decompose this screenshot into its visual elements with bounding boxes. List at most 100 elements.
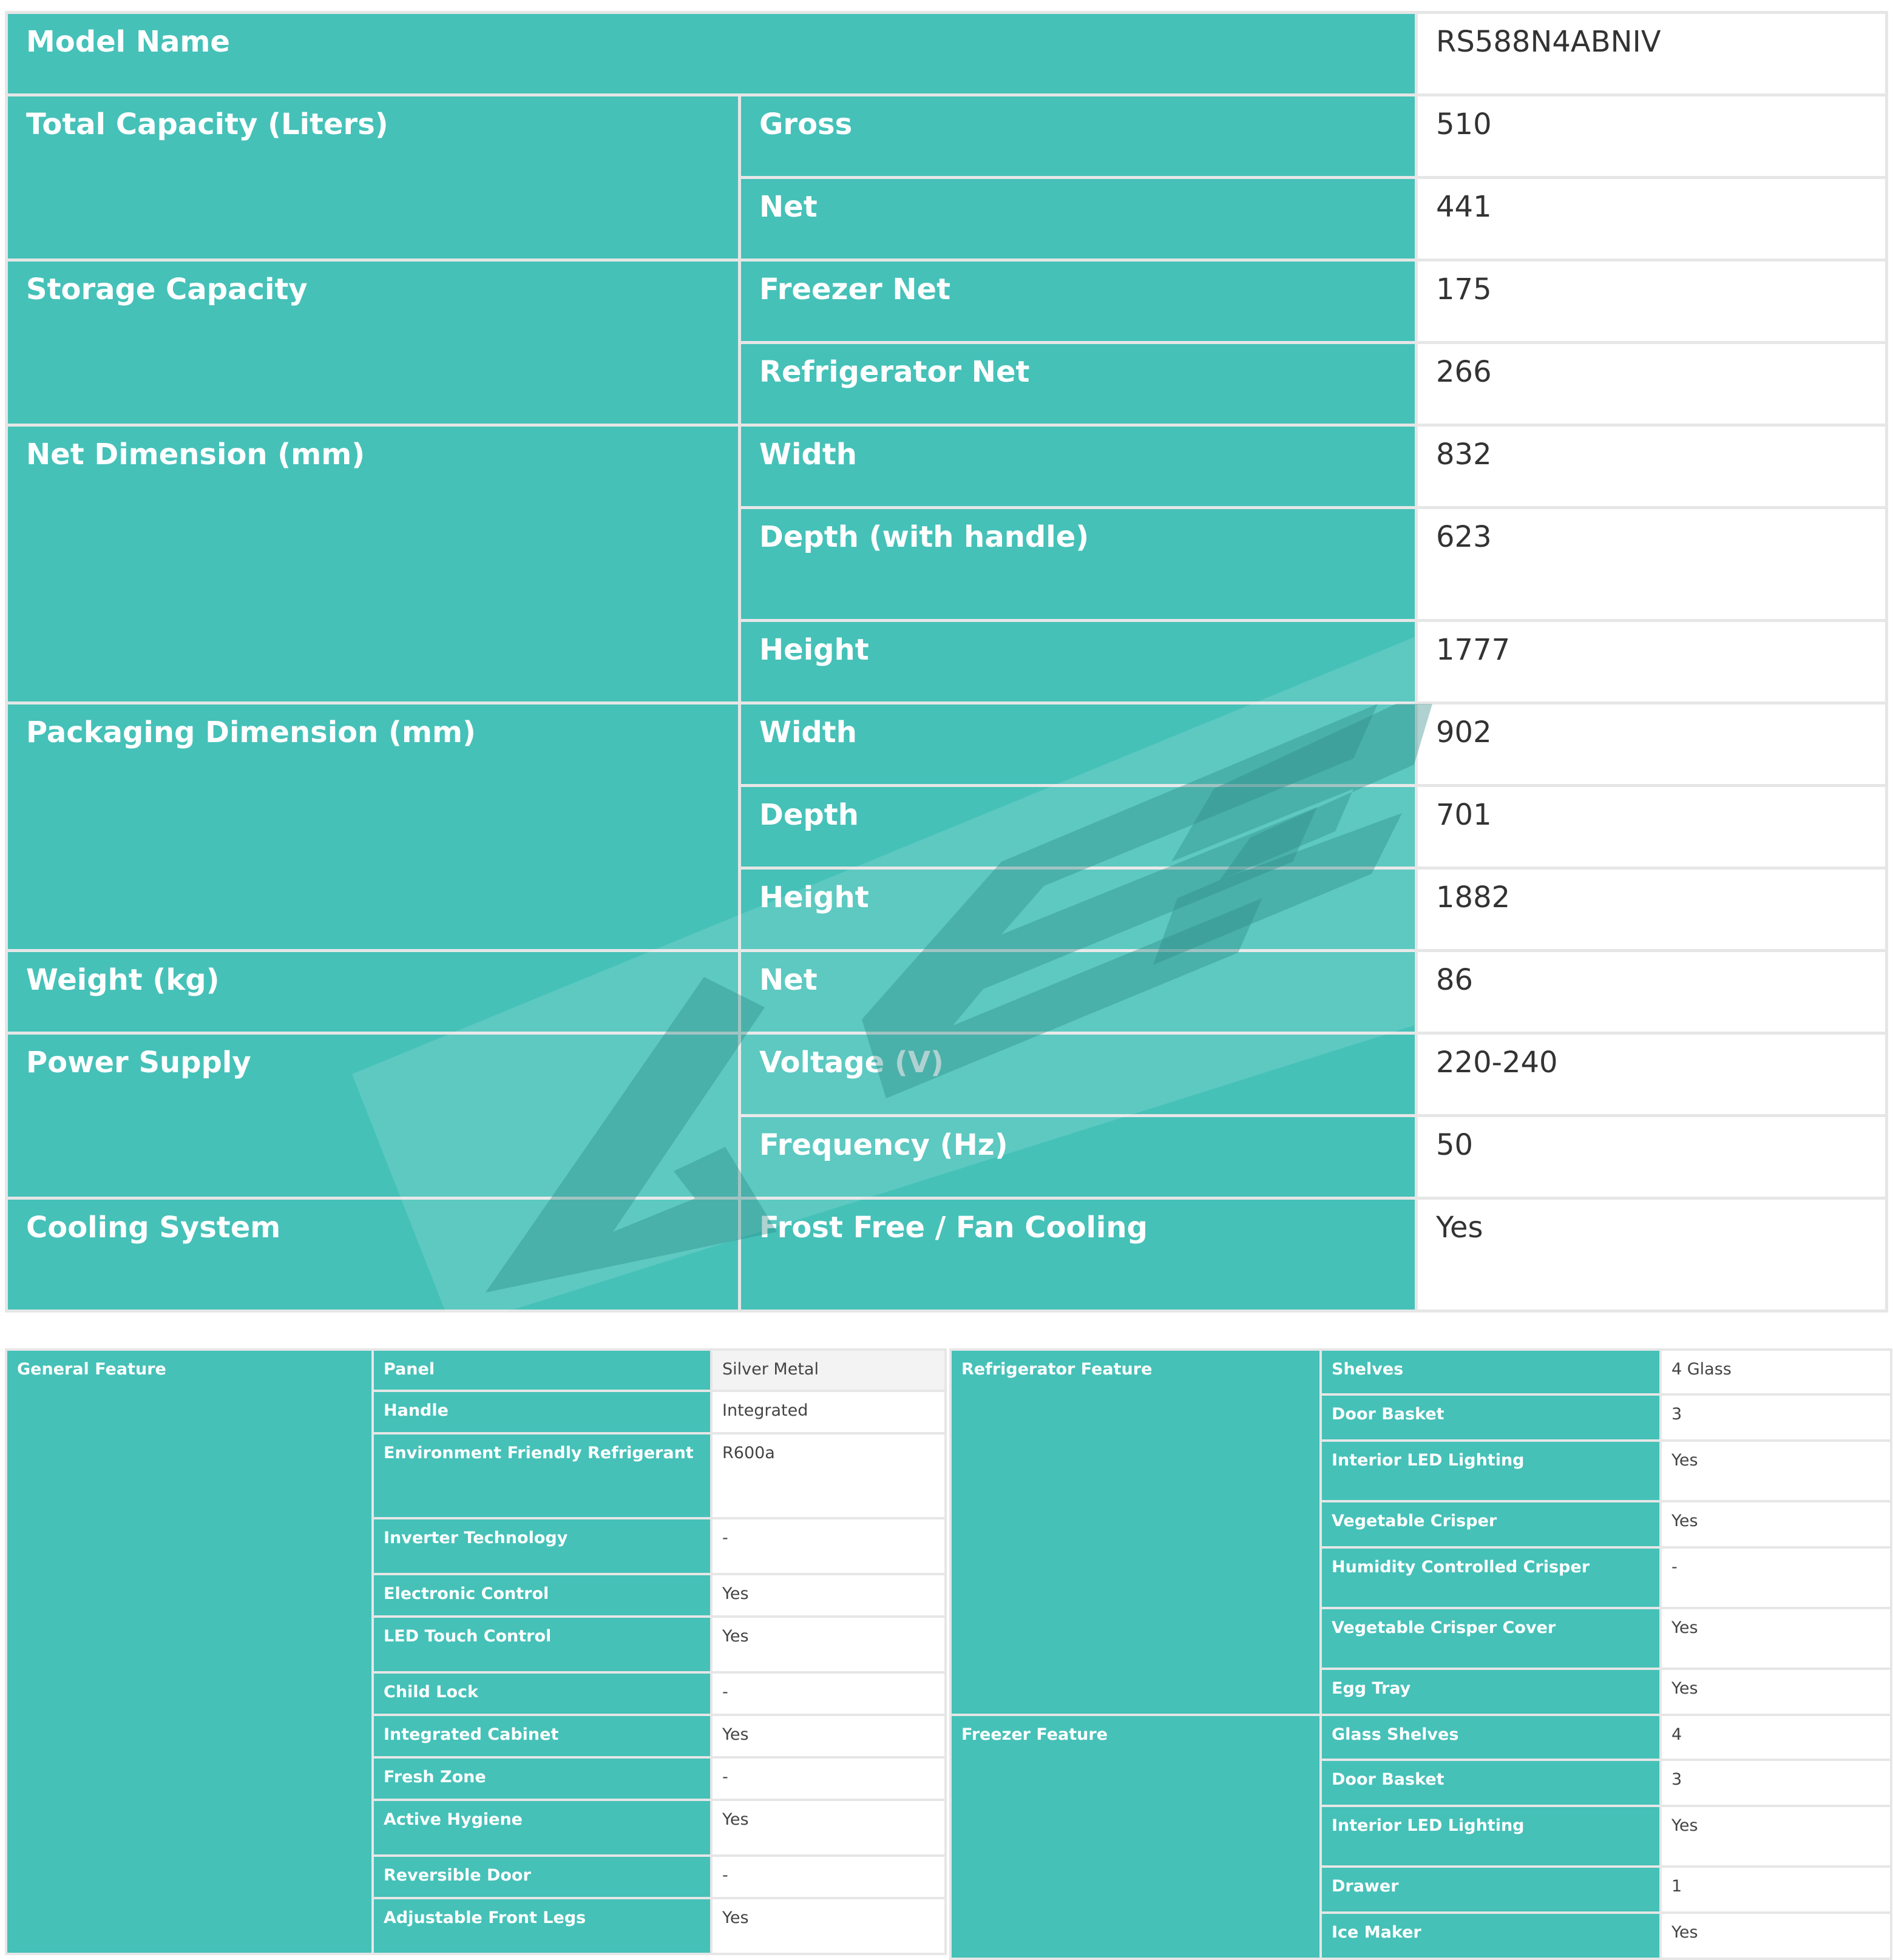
storage-capacity-label: Storage Capacity — [5, 259, 741, 427]
net-height-value: 1777 — [1415, 619, 1889, 705]
table-row: Model Name RS588N4ABNIV — [4, 11, 1889, 96]
pack-width-label: Width — [737, 701, 1418, 787]
feature-value: 3 — [1659, 1759, 1892, 1807]
feature-value: Silver Metal — [710, 1348, 947, 1392]
net-depth-value: 623 — [1415, 506, 1889, 622]
gross-value: 510 — [1415, 93, 1889, 179]
frequency-label: Frequency (Hz) — [737, 1114, 1418, 1200]
refrigerator-feature-label: Refrigerator Feature — [949, 1348, 1322, 1716]
cooling-type-label: Frost Free / Fan Cooling — [737, 1197, 1418, 1313]
feature-value: - — [710, 1756, 947, 1801]
general-feature-label: General Feature — [5, 1348, 374, 1955]
feature-label: Vegetable Crisper Cover — [1319, 1607, 1662, 1670]
feature-value: Yes — [1659, 1668, 1892, 1716]
pack-depth-label: Depth — [737, 784, 1418, 870]
feature-value: Yes — [1659, 1607, 1892, 1670]
refrigerator-net-value: 266 — [1415, 341, 1889, 427]
feature-label: Humidity Controlled Crisper — [1319, 1546, 1662, 1609]
table-row: Total Capacity (Liters) Gross 510 — [5, 93, 1889, 262]
table-row: Weight (kg) Net 86 — [5, 949, 1889, 1035]
voltage-value: 220-240 — [1415, 1032, 1889, 1117]
weight-net-value: 86 — [1415, 949, 1889, 1035]
spec-table: Model Name RS588N4ABNIV Total Capacity (… — [4, 11, 1889, 1313]
feature-label: Glass Shelves — [1319, 1714, 1662, 1761]
table-row: Packaging Dimension (mm) Width 902 — [5, 701, 1889, 952]
feature-label: LED Touch Control — [371, 1615, 713, 1674]
feature-value: Yes — [1659, 1805, 1892, 1868]
feature-label: Child Lock — [371, 1671, 713, 1716]
feature-value: Yes — [710, 1615, 947, 1674]
frequency-value: 50 — [1415, 1114, 1889, 1200]
feature-label: Vegetable Crisper — [1319, 1500, 1662, 1549]
feature-value: - — [710, 1517, 947, 1575]
table-row: Refrigerator Feature Shelves 4 Glass — [949, 1348, 1892, 1716]
feature-label: Ice Maker — [1319, 1911, 1662, 1960]
feature-value: R600a — [710, 1432, 947, 1519]
feature-label: Environment Friendly Refrigerant — [371, 1432, 713, 1519]
feature-label: Handle — [371, 1390, 713, 1435]
feature-label: Drawer — [1319, 1865, 1662, 1914]
feature-label: Inverter Technology — [371, 1517, 713, 1575]
feature-value: Yes — [1659, 1439, 1892, 1502]
net-capacity-value: 441 — [1415, 176, 1889, 262]
feature-value: - — [1659, 1546, 1892, 1609]
net-width-label: Width — [737, 424, 1418, 509]
weight-label: Weight (kg) — [5, 949, 741, 1035]
voltage-label: Voltage (V) — [737, 1032, 1418, 1117]
feature-value: 3 — [1659, 1393, 1892, 1442]
table-row: Net Dimension (mm) Width 832 — [5, 424, 1889, 705]
feature-value: - — [710, 1854, 947, 1899]
feature-label: Fresh Zone — [371, 1756, 713, 1801]
feature-label: Egg Tray — [1319, 1668, 1662, 1716]
table-row: Power Supply Voltage (V) 220-240 — [5, 1032, 1889, 1200]
model-name-value: RS588N4ABNIV — [1415, 11, 1889, 96]
net-dimension-label: Net Dimension (mm) — [5, 424, 741, 705]
feature-value: Yes — [710, 1573, 947, 1618]
pack-height-value: 1882 — [1415, 867, 1889, 952]
feature-label: Shelves — [1319, 1348, 1662, 1396]
freezer-net-label: Freezer Net — [737, 259, 1418, 344]
table-row: Storage Capacity Freezer Net 175 — [5, 259, 1889, 427]
feature-label: Electronic Control — [371, 1573, 713, 1618]
feature-label: Door Basket — [1319, 1393, 1662, 1442]
feature-value: Integrated — [710, 1390, 947, 1435]
feature-value: - — [710, 1671, 947, 1716]
feature-value: Yes — [710, 1897, 947, 1955]
feature-value: Yes — [1659, 1500, 1892, 1549]
feature-label: Interior LED Lighting — [1319, 1439, 1662, 1502]
freezer-net-value: 175 — [1415, 259, 1889, 344]
feature-label: Integrated Cabinet — [371, 1714, 713, 1759]
feature-value: 4 — [1659, 1714, 1892, 1761]
weight-net-label: Net — [737, 949, 1418, 1035]
feature-value: Yes — [710, 1799, 947, 1857]
table-row: Freezer Feature Glass Shelves 4 — [949, 1714, 1892, 1960]
packaging-dimension-label: Packaging Dimension (mm) — [5, 701, 741, 952]
feature-value: 4 Glass — [1659, 1348, 1892, 1396]
total-capacity-label: Total Capacity (Liters) — [5, 93, 741, 262]
model-name-label: Model Name — [4, 11, 1418, 96]
feature-value: Yes — [710, 1714, 947, 1759]
feature-value: 1 — [1659, 1865, 1892, 1914]
feature-label: Adjustable Front Legs — [371, 1897, 713, 1955]
feature-label: Door Basket — [1319, 1759, 1662, 1807]
net-depth-label: Depth (with handle) — [737, 506, 1418, 622]
cooling-type-value: Yes — [1415, 1197, 1889, 1313]
freezer-feature-label: Freezer Feature — [949, 1714, 1322, 1960]
net-width-value: 832 — [1415, 424, 1889, 509]
power-supply-label: Power Supply — [5, 1032, 741, 1200]
feature-label: Active Hygiene — [371, 1799, 713, 1857]
pack-height-label: Height — [737, 867, 1418, 952]
table-row: Cooling System Frost Free / Fan Cooling … — [5, 1197, 1889, 1313]
cooling-system-label: Cooling System — [5, 1197, 741, 1313]
refrigerator-net-label: Refrigerator Net — [737, 341, 1418, 427]
table-row: General Feature Panel Silver Metal — [5, 1348, 947, 1955]
net-capacity-label: Net — [737, 176, 1418, 262]
net-height-label: Height — [737, 619, 1418, 705]
general-feature-table: General Feature Panel Silver Metal Handle In… — [5, 1348, 947, 1955]
fridge-freezer-feature-table: Refrigerator Feature Shelves 4 Glass Door B… — [949, 1348, 1892, 1960]
gross-label: Gross — [737, 93, 1418, 179]
pack-depth-value: 701 — [1415, 784, 1889, 870]
feature-label: Reversible Door — [371, 1854, 713, 1899]
feature-label: Panel — [371, 1348, 713, 1392]
feature-value: Yes — [1659, 1911, 1892, 1960]
